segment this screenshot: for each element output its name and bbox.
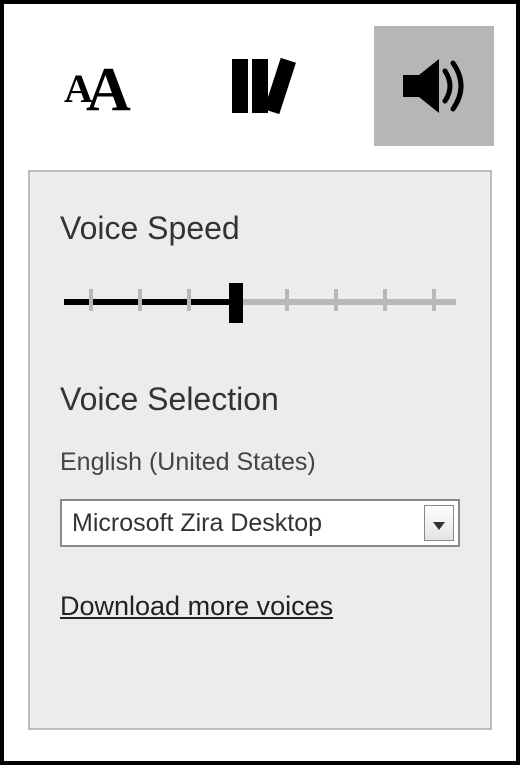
slider-tick <box>383 289 387 311</box>
text-size-icon: A A <box>56 56 136 116</box>
text-size-tab[interactable]: A A <box>36 26 156 146</box>
library-tab[interactable] <box>205 26 325 146</box>
voice-selection-heading: Voice Selection <box>60 381 460 418</box>
books-icon <box>226 53 304 119</box>
slider-tick <box>334 289 338 311</box>
slider-tick <box>187 289 191 311</box>
voice-select[interactable]: Microsoft Zira Desktop <box>60 499 460 547</box>
chevron-down-icon <box>432 509 446 538</box>
speaker-icon <box>395 51 473 121</box>
voice-speed-heading: Voice Speed <box>60 210 460 247</box>
slider-tick <box>285 289 289 311</box>
slider-tick <box>138 289 142 311</box>
download-more-voices-link[interactable]: Download more voices <box>60 591 333 622</box>
audio-tab[interactable] <box>374 26 494 146</box>
voice-panel: Voice Speed Voice Selection English (Uni… <box>28 170 492 730</box>
voice-language-label: English (United States) <box>60 448 460 477</box>
voice-select-value: Microsoft Zira Desktop <box>72 509 322 538</box>
slider-tick <box>432 289 436 311</box>
slider-thumb[interactable] <box>229 283 243 323</box>
slider-tick <box>89 289 93 311</box>
tab-bar: A A <box>4 4 516 146</box>
voice-select-button[interactable] <box>424 505 454 541</box>
voice-speed-slider[interactable] <box>64 277 456 327</box>
svg-text:A: A <box>86 56 131 116</box>
